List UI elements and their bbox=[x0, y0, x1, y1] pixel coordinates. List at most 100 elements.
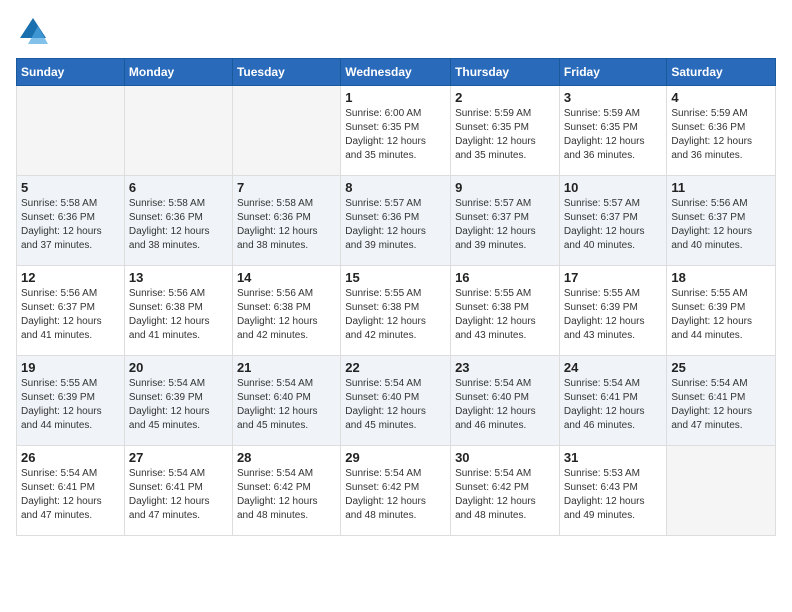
day-info: Sunrise: 5:54 AM Sunset: 6:41 PM Dayligh… bbox=[21, 467, 120, 523]
day-number: 18 bbox=[671, 270, 771, 285]
calendar-cell: 22 Sunrise: 5:54 AM Sunset: 6:40 PM Dayli… bbox=[341, 356, 451, 446]
day-number: 16 bbox=[455, 270, 555, 285]
day-info: Sunrise: 5:59 AM Sunset: 6:36 PM Dayligh… bbox=[671, 107, 771, 163]
day-number: 29 bbox=[345, 450, 446, 465]
calendar-cell: 6Sunrise: 5:58 AM Sunset: 6:36 PM Daylig… bbox=[124, 176, 232, 266]
day-info: Sunrise: 5:57 AM Sunset: 6:37 PM Dayligh… bbox=[455, 197, 555, 253]
calendar-cell: 7 Sunrise: 5:58 AM Sunset: 6:36 PM Daylig… bbox=[232, 176, 340, 266]
day-info: Sunrise: 5:56 AM Sunset: 6:38 PM Dayligh… bbox=[237, 287, 336, 343]
day-number: 27 bbox=[129, 450, 228, 465]
header-day-wednesday: Wednesday bbox=[341, 59, 451, 86]
day-info: Sunrise: 5:59 AM Sunset: 6:35 PM Dayligh… bbox=[455, 107, 555, 163]
day-info: Sunrise: 5:55 AM Sunset: 6:39 PM Dayligh… bbox=[564, 287, 663, 343]
logo bbox=[16, 16, 48, 46]
day-info: Sunrise: 5:58 AM Sunset: 6:36 PM Dayligh… bbox=[21, 197, 120, 253]
calendar-cell: 26 Sunrise: 5:54 AM Sunset: 6:41 PM Dayli… bbox=[17, 446, 125, 536]
calendar-cell bbox=[232, 86, 340, 176]
calendar-cell: 27 Sunrise: 5:54 AM Sunset: 6:41 PM Dayli… bbox=[124, 446, 232, 536]
day-info: Sunrise: 5:54 AM Sunset: 6:40 PM Dayligh… bbox=[345, 377, 446, 433]
calendar-cell: 24Sunrise: 5:54 AM Sunset: 6:41 PM Dayli… bbox=[559, 356, 667, 446]
day-number: 22 bbox=[345, 360, 446, 375]
day-info: Sunrise: 5:57 AM Sunset: 6:36 PM Dayligh… bbox=[345, 197, 446, 253]
header-day-monday: Monday bbox=[124, 59, 232, 86]
calendar-week-1: 1 Sunrise: 6:00 AM Sunset: 6:35 PM Daylig… bbox=[17, 86, 776, 176]
day-info: Sunrise: 5:54 AM Sunset: 6:40 PM Dayligh… bbox=[455, 377, 555, 433]
day-number: 21 bbox=[237, 360, 336, 375]
calendar-cell: 14 Sunrise: 5:56 AM Sunset: 6:38 PM Dayli… bbox=[232, 266, 340, 356]
calendar-cell: 13 Sunrise: 5:56 AM Sunset: 6:38 PM Dayli… bbox=[124, 266, 232, 356]
calendar-cell: 5 Sunrise: 5:58 AM Sunset: 6:36 PM Daylig… bbox=[17, 176, 125, 266]
day-number: 12 bbox=[21, 270, 120, 285]
day-number: 20 bbox=[129, 360, 228, 375]
day-info: Sunrise: 5:58 AM Sunset: 6:36 PM Dayligh… bbox=[129, 197, 228, 253]
day-info: Sunrise: 5:57 AM Sunset: 6:37 PM Dayligh… bbox=[564, 197, 663, 253]
calendar-table: SundayMondayTuesdayWednesdayThursdayFrid… bbox=[16, 58, 776, 536]
day-number: 10 bbox=[564, 180, 663, 195]
day-info: Sunrise: 5:55 AM Sunset: 6:39 PM Dayligh… bbox=[21, 377, 120, 433]
day-number: 26 bbox=[21, 450, 120, 465]
day-number: 28 bbox=[237, 450, 336, 465]
header-day-friday: Friday bbox=[559, 59, 667, 86]
calendar-cell: 25 Sunrise: 5:54 AM Sunset: 6:41 PM Dayli… bbox=[667, 356, 776, 446]
day-info: Sunrise: 5:56 AM Sunset: 6:37 PM Dayligh… bbox=[21, 287, 120, 343]
calendar-cell: 28 Sunrise: 5:54 AM Sunset: 6:42 PM Dayli… bbox=[232, 446, 340, 536]
day-number: 5 bbox=[21, 180, 120, 195]
calendar-cell: 29 Sunrise: 5:54 AM Sunset: 6:42 PM Dayli… bbox=[341, 446, 451, 536]
calendar-cell bbox=[17, 86, 125, 176]
calendar-cell: 19 Sunrise: 5:55 AM Sunset: 6:39 PM Dayli… bbox=[17, 356, 125, 446]
calendar-cell: 21 Sunrise: 5:54 AM Sunset: 6:40 PM Dayli… bbox=[232, 356, 340, 446]
calendar-cell: 31 Sunrise: 5:53 AM Sunset: 6:43 PM Dayli… bbox=[559, 446, 667, 536]
calendar-cell: 9 Sunrise: 5:57 AM Sunset: 6:37 PM Daylig… bbox=[451, 176, 560, 266]
day-info: Sunrise: 5:54 AM Sunset: 6:42 PM Dayligh… bbox=[237, 467, 336, 523]
day-info: Sunrise: 5:55 AM Sunset: 6:39 PM Dayligh… bbox=[671, 287, 771, 343]
day-info: Sunrise: 5:56 AM Sunset: 6:38 PM Dayligh… bbox=[129, 287, 228, 343]
calendar-week-3: 12 Sunrise: 5:56 AM Sunset: 6:37 PM Dayli… bbox=[17, 266, 776, 356]
calendar-week-4: 19 Sunrise: 5:55 AM Sunset: 6:39 PM Dayli… bbox=[17, 356, 776, 446]
day-number: 8 bbox=[345, 180, 446, 195]
day-info: Sunrise: 5:54 AM Sunset: 6:40 PM Dayligh… bbox=[237, 377, 336, 433]
day-number: 17 bbox=[564, 270, 663, 285]
day-number: 19 bbox=[21, 360, 120, 375]
day-number: 7 bbox=[237, 180, 336, 195]
calendar-week-2: 5 Sunrise: 5:58 AM Sunset: 6:36 PM Daylig… bbox=[17, 176, 776, 266]
day-number: 14 bbox=[237, 270, 336, 285]
day-number: 3 bbox=[564, 90, 663, 105]
day-info: Sunrise: 5:53 AM Sunset: 6:43 PM Dayligh… bbox=[564, 467, 663, 523]
day-number: 25 bbox=[671, 360, 771, 375]
calendar-cell: 2Sunrise: 5:59 AM Sunset: 6:35 PM Daylig… bbox=[451, 86, 560, 176]
calendar-cell: 18 Sunrise: 5:55 AM Sunset: 6:39 PM Dayli… bbox=[667, 266, 776, 356]
calendar-cell: 16 Sunrise: 5:55 AM Sunset: 6:38 PM Dayli… bbox=[451, 266, 560, 356]
calendar-body: 1 Sunrise: 6:00 AM Sunset: 6:35 PM Daylig… bbox=[17, 86, 776, 536]
calendar-cell: 8 Sunrise: 5:57 AM Sunset: 6:36 PM Daylig… bbox=[341, 176, 451, 266]
day-info: Sunrise: 5:54 AM Sunset: 6:42 PM Dayligh… bbox=[455, 467, 555, 523]
header-day-sunday: Sunday bbox=[17, 59, 125, 86]
day-info: Sunrise: 5:54 AM Sunset: 6:39 PM Dayligh… bbox=[129, 377, 228, 433]
day-number: 23 bbox=[455, 360, 555, 375]
calendar-header: SundayMondayTuesdayWednesdayThursdayFrid… bbox=[17, 59, 776, 86]
day-info: Sunrise: 5:54 AM Sunset: 6:41 PM Dayligh… bbox=[129, 467, 228, 523]
day-info: Sunrise: 6:00 AM Sunset: 6:35 PM Dayligh… bbox=[345, 107, 446, 163]
day-info: Sunrise: 5:54 AM Sunset: 6:42 PM Dayligh… bbox=[345, 467, 446, 523]
day-info: Sunrise: 5:55 AM Sunset: 6:38 PM Dayligh… bbox=[345, 287, 446, 343]
day-info: Sunrise: 5:59 AM Sunset: 6:35 PM Dayligh… bbox=[564, 107, 663, 163]
calendar-cell: 15Sunrise: 5:55 AM Sunset: 6:38 PM Dayli… bbox=[341, 266, 451, 356]
calendar-cell: 10 Sunrise: 5:57 AM Sunset: 6:37 PM Dayli… bbox=[559, 176, 667, 266]
day-number: 9 bbox=[455, 180, 555, 195]
day-number: 13 bbox=[129, 270, 228, 285]
calendar-cell: 20 Sunrise: 5:54 AM Sunset: 6:39 PM Dayli… bbox=[124, 356, 232, 446]
calendar-cell bbox=[124, 86, 232, 176]
calendar-cell: 3 Sunrise: 5:59 AM Sunset: 6:35 PM Daylig… bbox=[559, 86, 667, 176]
day-info: Sunrise: 5:54 AM Sunset: 6:41 PM Dayligh… bbox=[671, 377, 771, 433]
day-info: Sunrise: 5:55 AM Sunset: 6:38 PM Dayligh… bbox=[455, 287, 555, 343]
logo-icon bbox=[18, 16, 48, 46]
page-header bbox=[16, 16, 776, 46]
day-number: 31 bbox=[564, 450, 663, 465]
day-number: 1 bbox=[345, 90, 446, 105]
day-info: Sunrise: 5:56 AM Sunset: 6:37 PM Dayligh… bbox=[671, 197, 771, 253]
header-day-tuesday: Tuesday bbox=[232, 59, 340, 86]
day-number: 11 bbox=[671, 180, 771, 195]
day-info: Sunrise: 5:58 AM Sunset: 6:36 PM Dayligh… bbox=[237, 197, 336, 253]
day-number: 30 bbox=[455, 450, 555, 465]
calendar-cell: 12 Sunrise: 5:56 AM Sunset: 6:37 PM Dayli… bbox=[17, 266, 125, 356]
calendar-cell: 30 Sunrise: 5:54 AM Sunset: 6:42 PM Dayli… bbox=[451, 446, 560, 536]
